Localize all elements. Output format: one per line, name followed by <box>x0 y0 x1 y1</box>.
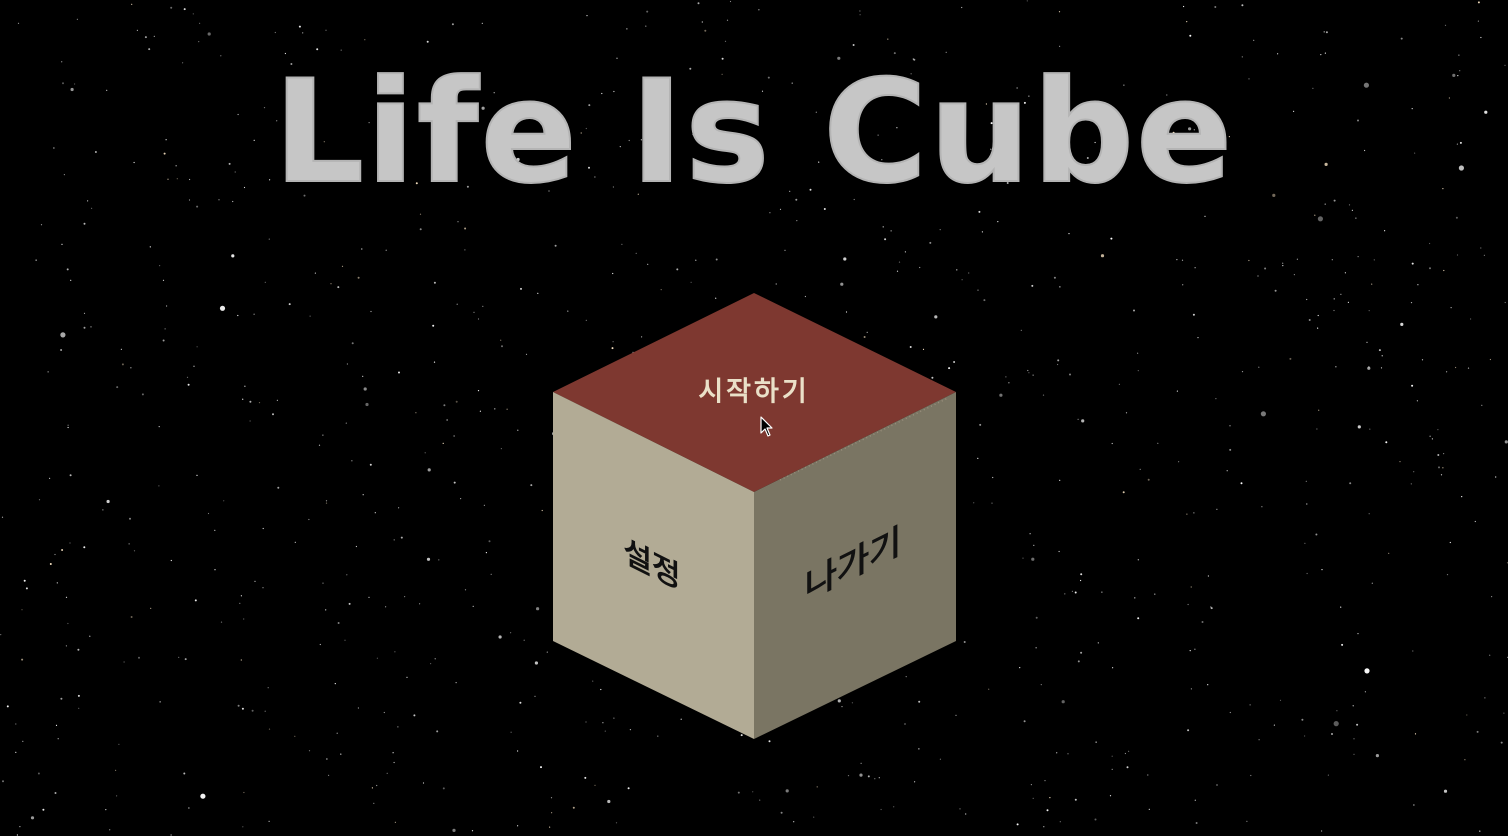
start-label: 시작하기 <box>698 377 809 408</box>
main-menu-screen: Life Is Cube 시작하기 설정 나가기 <box>0 0 1508 836</box>
menu-cube: 시작하기 설정 나가기 <box>553 293 956 739</box>
